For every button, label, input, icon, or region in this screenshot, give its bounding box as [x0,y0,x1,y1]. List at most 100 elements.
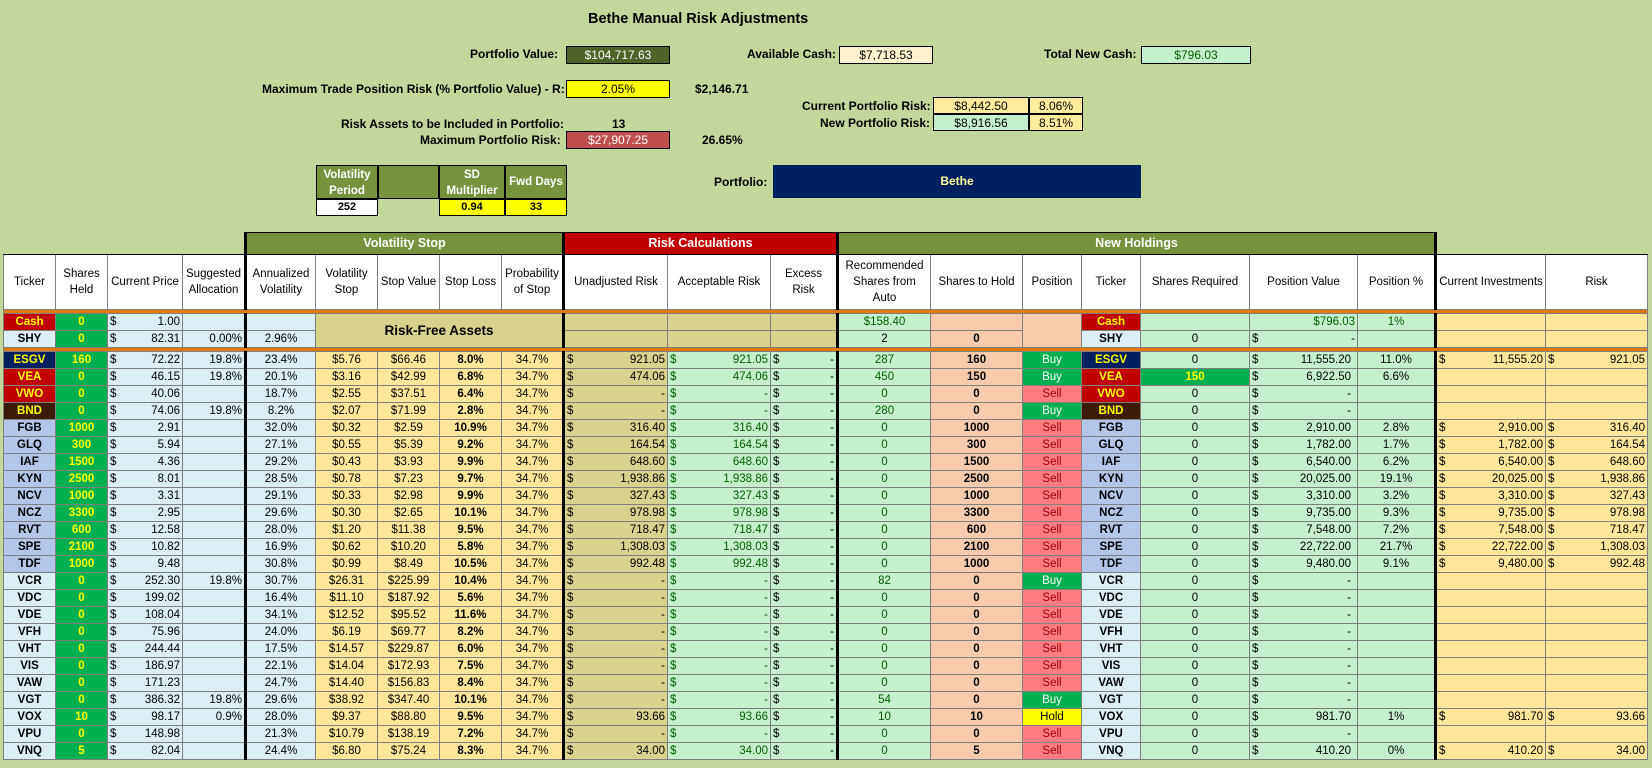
rec-cell[interactable]: 0 [836,538,931,556]
hold-cell[interactable]: 0 [930,589,1023,607]
position-cell[interactable]: Sell [1022,640,1082,658]
hold-cell[interactable]: 300 [930,436,1023,454]
price-cell[interactable]: 74.06 [151,404,180,419]
price-cell[interactable]: 2.91 [158,421,180,436]
allocation-cell[interactable] [182,725,246,743]
shares-held-cell[interactable]: 0 [55,385,108,403]
shares-held-cell[interactable]: 160 [55,351,108,369]
ticker-cell[interactable]: IAF [3,453,56,471]
allocation-cell[interactable]: 19.8% [182,368,246,386]
position-cell[interactable]: Buy [1022,691,1082,709]
shares-held-cell[interactable]: 0 [55,674,108,692]
allocation-cell[interactable] [182,555,246,573]
rec-cell[interactable]: 10 [836,708,931,726]
rec-cell[interactable]: 0 [836,504,931,522]
ticker-cell[interactable]: BND [3,402,56,420]
hold-cell[interactable]: 1000 [930,555,1023,573]
fwd-days[interactable]: 33 [505,199,567,216]
rec-cell[interactable]: 2 [836,330,931,348]
price-cell[interactable]: 46.15 [151,370,180,385]
header-cell[interactable]: Ticker [1081,254,1141,310]
rec-cell[interactable]: 0 [836,470,931,488]
price-cell[interactable]: 10.82 [151,540,180,555]
price-cell[interactable]: 148.98 [145,727,180,742]
header-cell[interactable]: Probability of Stop [501,254,564,310]
price-cell[interactable]: 98.17 [151,710,180,725]
position-cell[interactable]: Sell [1022,470,1082,488]
allocation-cell[interactable] [182,487,246,505]
ticker-cell[interactable]: GLQ [3,436,56,454]
shares-held-cell[interactable]: 10 [55,708,108,726]
allocation-cell[interactable] [182,419,246,437]
header-cell[interactable]: Shares Held [55,254,108,310]
allocation-cell[interactable] [182,504,246,522]
hold-cell[interactable]: 150 [930,368,1023,386]
ticker-cell[interactable]: VDC [3,589,56,607]
rec-cell[interactable]: 0 [836,589,931,607]
price-cell[interactable]: 75.96 [151,625,180,640]
hold-cell[interactable]: 0 [930,606,1023,624]
shares-held-cell[interactable]: 1000 [55,555,108,573]
position-cell[interactable]: Sell [1022,521,1082,539]
ticker-cell[interactable]: TDF [3,555,56,573]
ticker-cell[interactable]: NCZ [3,504,56,522]
price-cell[interactable]: 108.04 [145,608,180,623]
price-cell[interactable]: 4.36 [158,455,180,470]
ticker-cell[interactable]: VIS [3,657,56,675]
rec-cell[interactable]: 0 [836,453,931,471]
header-cell[interactable]: Annualized Volatility [244,254,316,310]
rec-cell[interactable]: 450 [836,368,931,386]
shares-held-cell[interactable]: 2500 [55,470,108,488]
hold-cell[interactable]: 160 [930,351,1023,369]
rec-cell[interactable]: 0 [836,674,931,692]
ticker-cell[interactable]: RVT [3,521,56,539]
header-cell[interactable]: Ticker [3,254,56,310]
total-new-cash[interactable]: $796.03 [1141,46,1251,64]
price-cell[interactable]: 244.44 [145,642,180,657]
allocation-cell[interactable]: 0.9% [182,708,246,726]
allocation-cell[interactable] [182,521,246,539]
allocation-cell[interactable] [182,538,246,556]
allocation-cell[interactable]: 0.00% [182,330,246,348]
header-cell[interactable]: Shares to Hold [930,254,1023,310]
header-cell[interactable]: Recommended Shares from Auto [836,254,931,310]
shares-held-cell[interactable]: 1500 [55,453,108,471]
hold-cell[interactable]: 0 [930,402,1023,420]
position-cell[interactable]: Sell [1022,419,1082,437]
header-cell[interactable]: Position Value [1249,254,1358,310]
hold-cell[interactable]: 0 [930,330,1023,348]
header-cell[interactable]: Stop Value [377,254,440,310]
position-cell[interactable]: Buy [1022,351,1082,369]
rec-cell[interactable]: 0 [836,725,931,743]
ticker-cell[interactable]: VHT [3,640,56,658]
position-cell[interactable]: Sell [1022,589,1082,607]
header-cell[interactable]: Unadjusted Risk [562,254,668,310]
allocation-cell[interactable]: 19.8% [182,691,246,709]
ticker-cell[interactable]: VPU [3,725,56,743]
hold-cell[interactable]: 0 [930,657,1023,675]
position-cell[interactable]: Buy [1022,368,1082,386]
price-cell[interactable]: 5.94 [158,438,180,453]
shares-held-cell[interactable]: 0 [55,640,108,658]
rec-cell[interactable]: 0 [836,623,931,641]
ticker-cell[interactable]: FGB [3,419,56,437]
ticker-cell[interactable]: SHY [3,330,56,348]
position-cell[interactable]: Sell [1022,674,1082,692]
shares-held-cell[interactable]: 0 [55,368,108,386]
shares-held-cell[interactable]: 0 [55,725,108,743]
price-cell[interactable]: 186.97 [145,659,180,674]
max-portfolio-risk[interactable]: $27,907.25 [566,131,670,149]
shares-held-cell[interactable]: 0 [55,330,108,348]
hold-cell[interactable]: 1000 [930,419,1023,437]
rec-cell[interactable]: 0 [836,419,931,437]
rec-cell[interactable]: 0 [836,385,931,403]
ticker-cell[interactable]: Cash [3,313,56,331]
hold-cell[interactable]: 0 [930,674,1023,692]
shares-held-cell[interactable]: 600 [55,521,108,539]
hold-cell[interactable]: 3300 [930,504,1023,522]
shares-held-cell[interactable]: 0 [55,572,108,590]
allocation-cell[interactable] [182,453,246,471]
shares-held-cell[interactable]: 3300 [55,504,108,522]
rec-cell[interactable]: 0 [836,555,931,573]
available-cash[interactable]: $7,718.53 [839,46,933,64]
